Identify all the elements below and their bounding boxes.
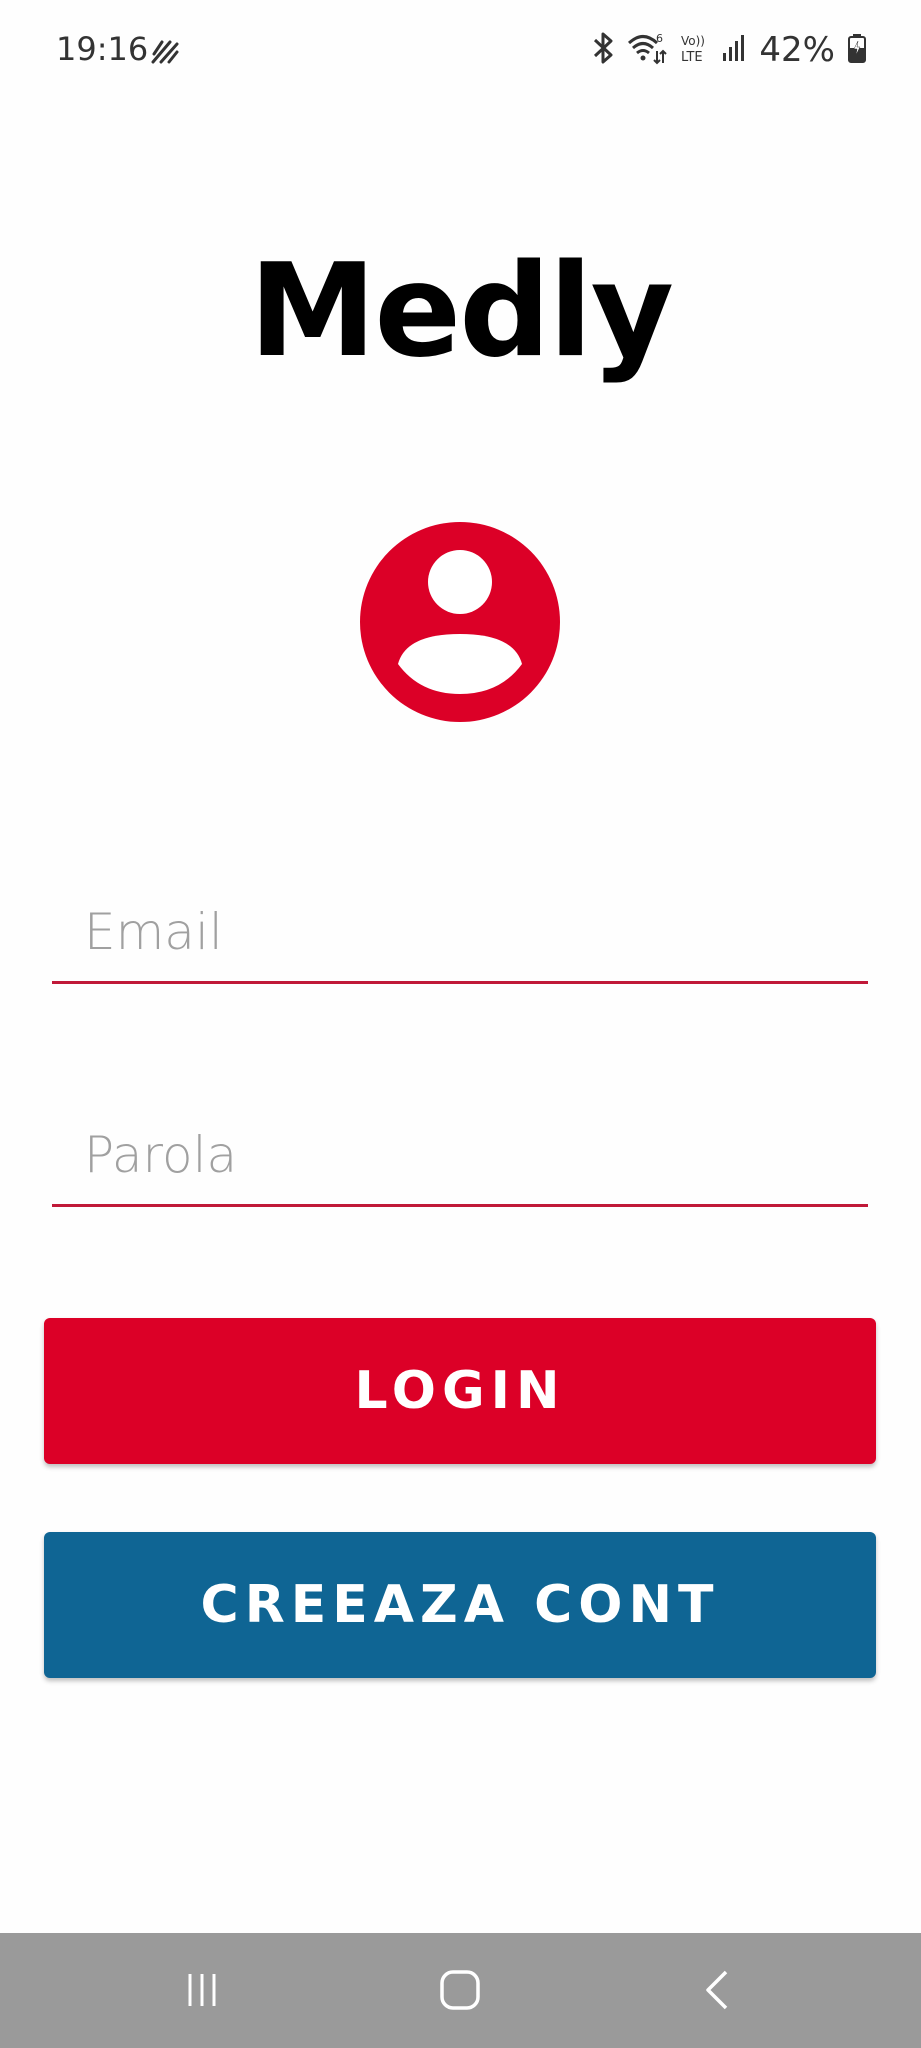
navigation-bar: [0, 1933, 921, 2048]
battery-percent: 42%: [759, 30, 835, 70]
volte-icon: Vo)) LTE: [679, 31, 709, 69]
bluetooth-icon: [591, 31, 615, 69]
activity-icon: [150, 38, 180, 64]
signal-icon: [721, 33, 747, 67]
status-time: 19:16: [56, 30, 149, 68]
password-input[interactable]: [84, 1126, 868, 1184]
login-button[interactable]: LOGIN: [44, 1318, 876, 1464]
recent-apps-icon[interactable]: [172, 1963, 232, 2017]
app-title: Medly: [248, 237, 674, 386]
account-circle-icon: [360, 522, 560, 722]
back-icon[interactable]: [688, 1963, 748, 2017]
login-screen: 19:16 6 Vo)) LTE 42% Medly Email LOGIN C…: [0, 0, 921, 2048]
volte-line2: LTE: [681, 50, 703, 65]
volte-line1: Vo)): [681, 34, 705, 48]
wifi-generation-label: 6: [656, 32, 663, 45]
email-input[interactable]: [84, 903, 868, 961]
status-bar: 19:16 6 Vo)) LTE 42%: [0, 0, 921, 100]
home-icon[interactable]: [430, 1963, 490, 2017]
password-field[interactable]: [52, 1123, 868, 1207]
create-account-button[interactable]: CREEAZA CONT: [44, 1532, 876, 1678]
battery-charging-icon: [847, 33, 867, 67]
wifi-6-icon: 6: [627, 31, 668, 69]
status-icons: 6 Vo)) LTE 42%: [579, 28, 867, 72]
email-field[interactable]: [52, 900, 868, 984]
